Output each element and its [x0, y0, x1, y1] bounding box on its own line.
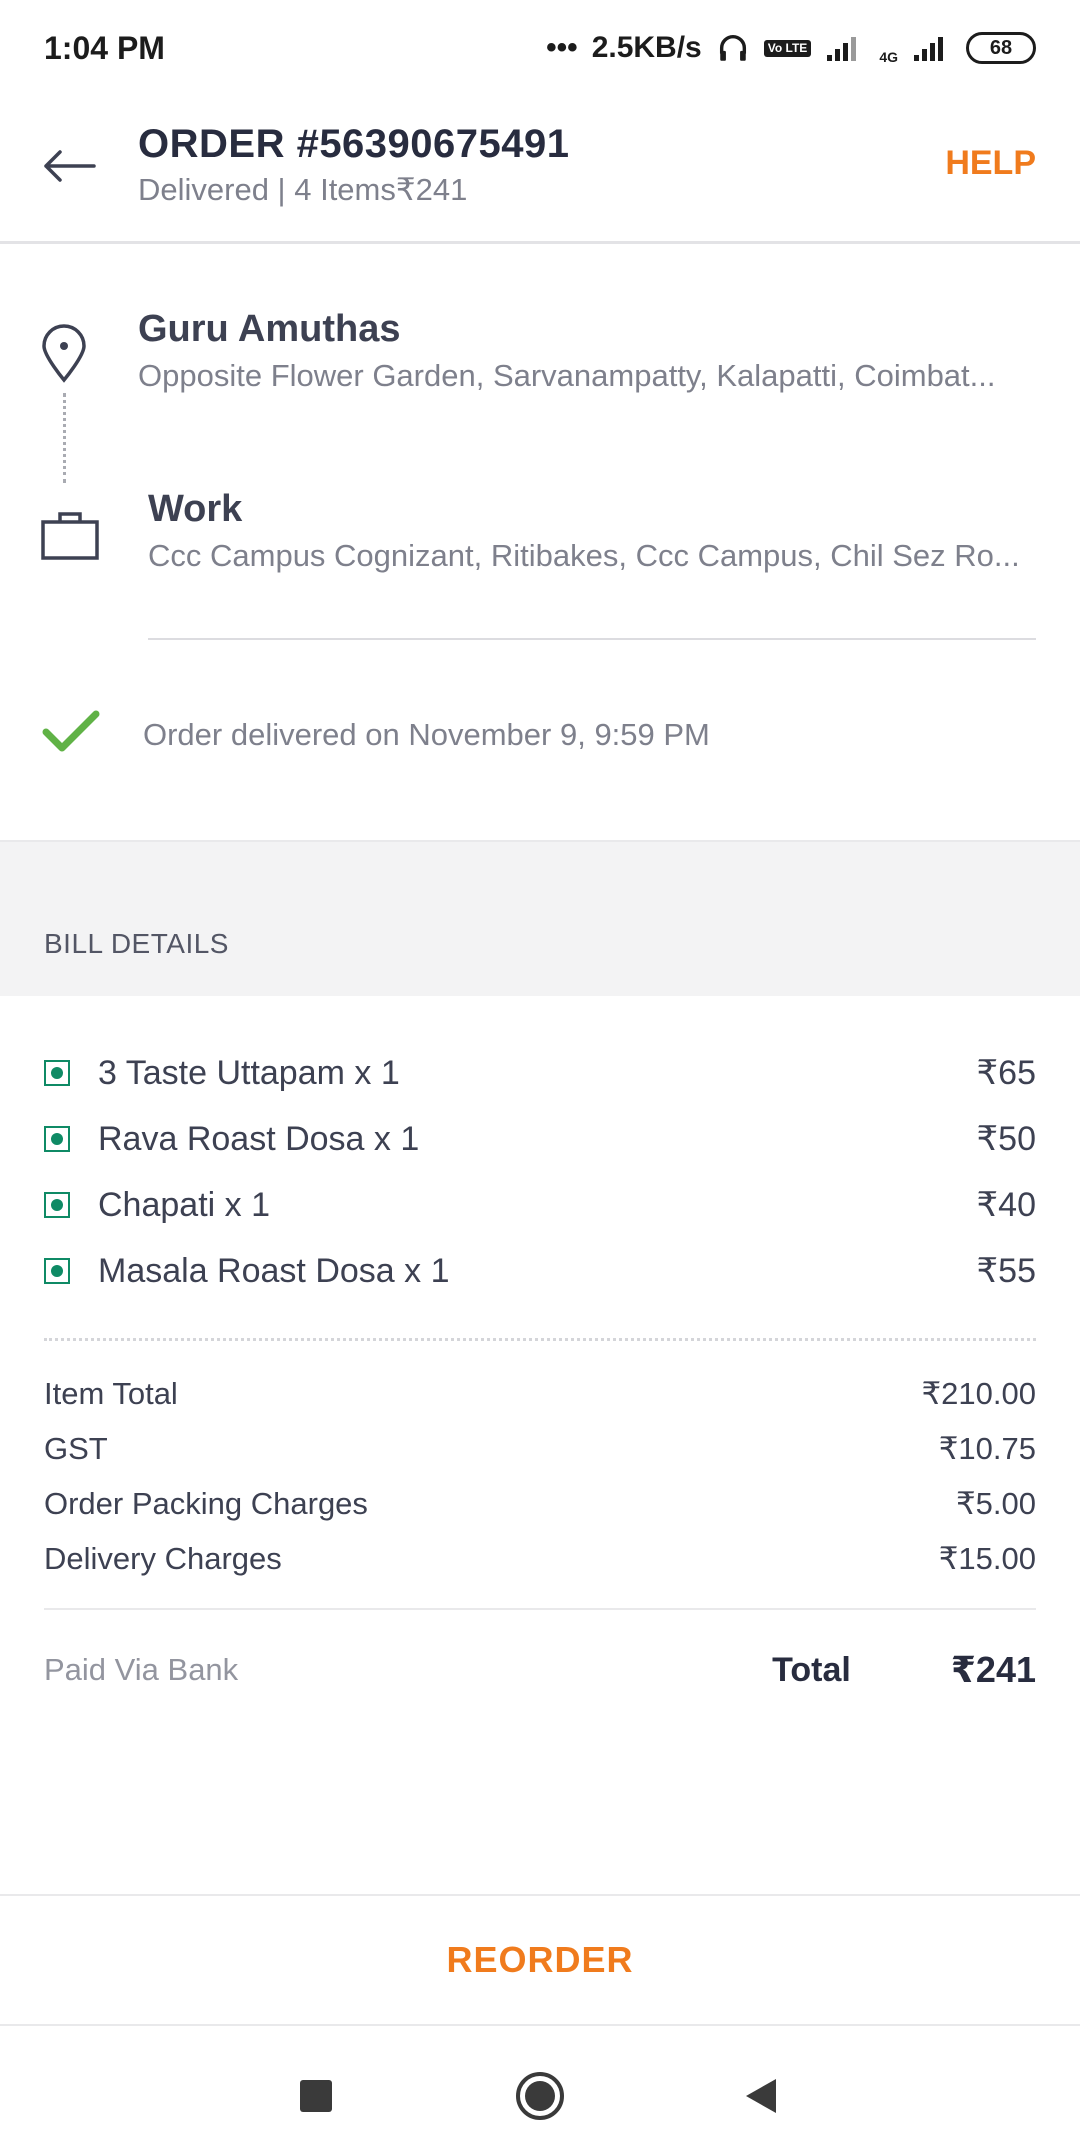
bill-details-header: BILL DETAILS	[0, 840, 1080, 996]
charge-label: Item Total	[44, 1375, 178, 1411]
charge-value: ₹210.00	[921, 1375, 1036, 1411]
reorder-label: REORDER	[446, 1939, 634, 1980]
divider	[148, 638, 1036, 640]
charge-value: ₹15.00	[938, 1540, 1036, 1576]
list-item: Rava Roast Dosa x 1 ₹50	[0, 1106, 1080, 1172]
order-subtitle: Delivered | 4 Items₹241	[138, 172, 468, 207]
network-type: 4G	[879, 49, 898, 65]
item-name: Chapati x 1	[98, 1185, 270, 1224]
system-navbar	[0, 2026, 1080, 2156]
arrow-left-icon	[44, 150, 96, 182]
item-price: ₹50	[976, 1120, 1036, 1158]
restaurant-name: Guru Amuthas	[138, 308, 401, 350]
bill-items: 3 Taste Uttapam x 1 ₹65 Rava Roast Dosa …	[0, 1040, 1080, 1304]
charge-value: ₹5.00	[955, 1485, 1036, 1521]
veg-icon	[44, 1060, 70, 1086]
order-header: ORDER #56390675491 Delivered | 4 Items₹2…	[0, 96, 1080, 244]
recents-button[interactable]	[286, 2066, 346, 2126]
back-nav-button[interactable]	[732, 2066, 792, 2126]
item-name: Masala Roast Dosa x 1	[98, 1251, 450, 1290]
delivery-status: Order delivered on November 9, 9:59 PM	[0, 700, 1080, 774]
veg-icon	[44, 1192, 70, 1218]
list-item: 3 Taste Uttapam x 1 ₹65	[0, 1040, 1080, 1106]
charge-row: Item Total ₹210.00	[0, 1366, 1080, 1421]
item-price: ₹40	[976, 1186, 1036, 1224]
charge-row: Order Packing Charges ₹5.00	[0, 1476, 1080, 1531]
status-time: 1:04 PM	[44, 29, 165, 66]
list-item: Masala Roast Dosa x 1 ₹55	[0, 1238, 1080, 1304]
list-item: Chapati x 1 ₹40	[0, 1172, 1080, 1238]
status-icons: ••• 2.5KB/s Vo LTE 4G 68	[546, 31, 1036, 65]
route-connector	[63, 393, 66, 483]
total-label: Total	[772, 1650, 851, 1689]
restaurant-address: Opposite Flower Garden, Sarvanampatty, K…	[138, 358, 996, 393]
delivery-label: Work	[148, 488, 243, 530]
volte-badge: Vo LTE	[763, 39, 812, 57]
signal-icon-2	[914, 37, 943, 61]
bill-details-title: BILL DETAILS	[44, 928, 229, 959]
more-dots-icon: •••	[546, 31, 578, 64]
circle-icon	[516, 2072, 564, 2120]
order-title: ORDER #56390675491	[138, 122, 570, 166]
delivery-address: Ccc Campus Cognizant, Ritibakes, Ccc Cam…	[148, 538, 1020, 573]
help-button[interactable]: HELP	[945, 144, 1036, 183]
triangle-back-icon	[746, 2079, 776, 2113]
briefcase-icon	[41, 512, 99, 560]
status-bar: 1:04 PM ••• 2.5KB/s Vo LTE 4G 68	[0, 0, 1080, 96]
total-row: Paid Via Bank Total ₹241	[0, 1640, 1080, 1700]
headphones-icon	[719, 35, 746, 61]
battery-icon: 68	[966, 32, 1036, 64]
item-name: 3 Taste Uttapam x 1	[98, 1053, 400, 1092]
reorder-button[interactable]: REORDER	[0, 1894, 1080, 2026]
item-name: Rava Roast Dosa x 1	[98, 1119, 420, 1158]
charge-label: Order Packing Charges	[44, 1485, 368, 1521]
charge-label: Delivery Charges	[44, 1540, 282, 1576]
charge-value: ₹10.75	[938, 1430, 1036, 1466]
network-speed: 2.5KB/s	[591, 31, 702, 64]
total-divider	[44, 1608, 1036, 1610]
item-price: ₹65	[976, 1054, 1036, 1092]
charge-label: GST	[44, 1430, 108, 1466]
charge-row: GST ₹10.75	[0, 1421, 1080, 1476]
item-price: ₹55	[976, 1252, 1036, 1290]
charges-list: Item Total ₹210.00 GST ₹10.75 Order Pack…	[0, 1366, 1080, 1586]
veg-icon	[44, 1258, 70, 1284]
delivered-text: Order delivered on November 9, 9:59 PM	[143, 717, 710, 752]
square-icon	[300, 2080, 332, 2112]
signal-icon-1	[827, 37, 857, 61]
items-divider	[44, 1338, 1036, 1341]
home-button[interactable]	[510, 2066, 570, 2126]
charge-row: Delivery Charges ₹15.00	[0, 1531, 1080, 1586]
total-value: ₹241	[950, 1649, 1036, 1690]
checkmark-icon	[42, 710, 100, 752]
payment-method: Paid Via Bank	[44, 1652, 239, 1687]
veg-icon	[44, 1126, 70, 1152]
back-button[interactable]	[36, 136, 102, 196]
location-pin-icon	[42, 324, 86, 383]
